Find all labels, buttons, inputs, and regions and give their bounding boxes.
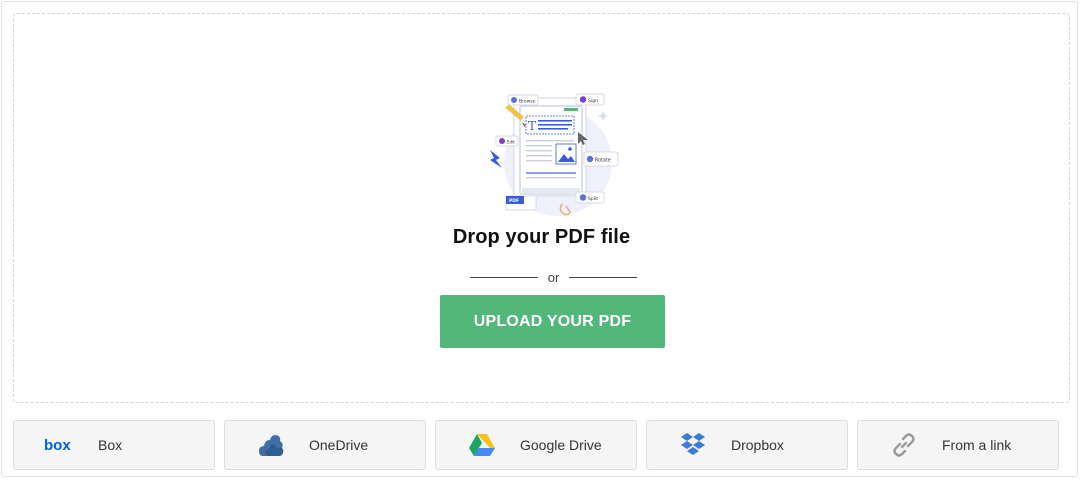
onedrive-label: OneDrive xyxy=(309,437,369,453)
edit-tag: Edit xyxy=(495,135,519,147)
or-text: or xyxy=(547,269,560,285)
box-label: Box xyxy=(98,437,123,453)
rotate-tag: Rotate xyxy=(583,151,619,167)
google-drive-source-button[interactable]: Google Drive xyxy=(435,420,637,470)
dropbox-source-button[interactable]: Dropbox xyxy=(646,420,848,470)
upload-pdf-button[interactable]: UPLOAD YOUR PDF xyxy=(440,295,665,348)
pdf-dropzone[interactable]: T Browse Sign Edit Rotate Split PDF Drop… xyxy=(13,13,1070,403)
split-tag: Split xyxy=(575,191,605,204)
pdf-tag: PDF xyxy=(505,195,537,211)
dropbox-icon xyxy=(675,430,711,460)
from-link-label: From a link xyxy=(942,437,1012,453)
box-logo-icon: box xyxy=(42,430,78,460)
svg-text:Rotate: Rotate xyxy=(595,158,611,164)
divider-line-right xyxy=(569,276,637,278)
google-drive-icon xyxy=(464,430,500,460)
svg-text:Browse: Browse xyxy=(519,99,536,105)
from-link-source-button[interactable]: From a link xyxy=(857,420,1059,470)
onedrive-icon xyxy=(253,430,289,460)
svg-text:Edit: Edit xyxy=(507,140,515,145)
drop-title: Drop your PDF file xyxy=(452,226,631,248)
pdf-editor-illustration: T Browse Sign Edit Rotate Split PDF xyxy=(490,93,619,216)
text-tool-glyph: T xyxy=(528,119,536,133)
google-drive-label: Google Drive xyxy=(520,437,602,453)
onedrive-source-button[interactable]: OneDrive xyxy=(224,420,426,470)
svg-text:Sign: Sign xyxy=(588,98,598,104)
upload-panel: T Browse Sign Edit Rotate Split PDF Drop… xyxy=(1,1,1078,477)
sign-tag: Sign xyxy=(575,93,605,106)
dropbox-label: Dropbox xyxy=(731,437,784,453)
svg-text:PDF: PDF xyxy=(509,198,519,204)
or-divider: or xyxy=(470,268,637,286)
cloud-sources-bar: box Box OneDrive Google Drive Dropbox Fr… xyxy=(13,420,1061,470)
divider-line-left xyxy=(470,276,538,278)
link-icon xyxy=(886,430,922,460)
box-source-button[interactable]: box Box xyxy=(13,420,215,470)
svg-text:Split: Split xyxy=(588,196,598,202)
svg-text:box: box xyxy=(44,437,71,454)
browse-tag: Browse xyxy=(507,94,539,106)
